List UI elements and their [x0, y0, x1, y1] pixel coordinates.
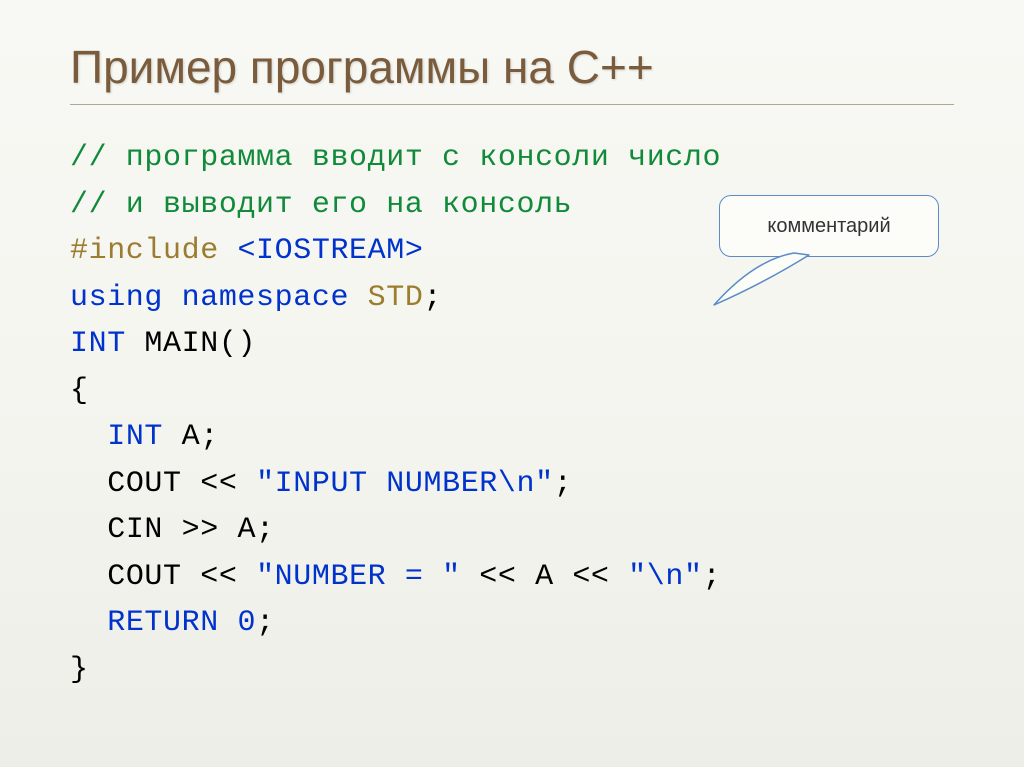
cout2-end: ;: [703, 560, 722, 594]
cout-1: COUT: [107, 467, 181, 501]
cin: CIN: [107, 513, 163, 547]
var-int-type: INT: [107, 420, 163, 454]
callout-comment: комментарий: [709, 195, 939, 315]
title-underline: [70, 104, 954, 105]
return-end: ;: [256, 606, 275, 640]
return-value: 0: [219, 606, 256, 640]
stream-op-2: <<: [182, 560, 256, 594]
stream-op-1: <<: [182, 467, 256, 501]
callout-tail: [709, 245, 829, 311]
namespace-keyword: namespace: [182, 281, 349, 315]
string-literal-1: "INPUT NUMBER\n": [256, 467, 554, 501]
string-literal-2: "NUMBER = ": [256, 560, 461, 594]
callout-label: комментарий: [767, 215, 890, 238]
using-keyword: using: [70, 281, 163, 315]
cout-2: COUT: [107, 560, 181, 594]
cout1-end: ;: [554, 467, 573, 501]
int-return-type: INT: [70, 327, 126, 361]
include-keyword: #include: [70, 234, 219, 268]
cout2-mid: << A <<: [461, 560, 628, 594]
cin-rest: >> A;: [163, 513, 275, 547]
code-comment-2: // и выводит его на консоль: [70, 188, 572, 222]
open-brace: {: [70, 374, 89, 408]
main-fn: MAIN: [144, 327, 218, 361]
close-brace: }: [70, 653, 89, 687]
std-identifier: STD: [368, 281, 424, 315]
string-literal-3: "\n": [628, 560, 702, 594]
include-target: <IOSTREAM>: [237, 234, 423, 268]
slide-title: Пример программы на C++: [70, 40, 954, 94]
code-comment-1: // программа вводит с консоли число: [70, 141, 721, 175]
return-keyword: RETURN: [107, 606, 219, 640]
parens: (): [219, 327, 256, 361]
semicolon: ;: [423, 281, 442, 315]
var-name: A;: [163, 420, 219, 454]
